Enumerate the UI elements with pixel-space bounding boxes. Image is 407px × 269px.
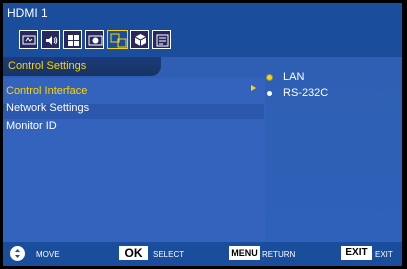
picture-icon	[22, 35, 36, 45]
tab-schedule[interactable]	[152, 30, 171, 49]
schedule-icon	[156, 34, 169, 47]
title-bar: HDMI 1	[3, 3, 402, 23]
tab-cube[interactable]	[130, 30, 149, 49]
tab-sound[interactable]	[41, 30, 60, 49]
dpad-icon	[10, 246, 25, 261]
menu-item-network-settings[interactable]: Network Settings	[6, 101, 89, 115]
menu-item-control-interface[interactable]: Control Interface	[6, 84, 87, 98]
menu-tab-strip	[3, 23, 402, 57]
submenu-header: Control Settings	[3, 57, 161, 76]
radio-unselected-icon	[267, 91, 272, 96]
option-rs232c[interactable]: RS-232C	[283, 86, 328, 100]
tab-picture[interactable]	[19, 30, 38, 49]
submenu-title: Control Settings	[8, 60, 87, 72]
status-bar: MOVE OK SELECT MENU RETURN EXIT EXIT	[3, 242, 402, 266]
tab-control[interactable]	[107, 30, 128, 49]
submenu-arrow-icon	[251, 85, 256, 91]
menu-key: MENU	[229, 246, 260, 260]
sound-icon	[46, 36, 58, 45]
tab-layout[interactable]	[63, 30, 82, 49]
cube-icon	[134, 34, 147, 46]
move-label: MOVE	[36, 250, 60, 259]
settings-icon	[88, 35, 103, 46]
exit-label: EXIT	[375, 250, 393, 259]
option-lan[interactable]: LAN	[283, 70, 304, 84]
tab-settings[interactable]	[85, 30, 104, 49]
input-source-title: HDMI 1	[7, 6, 48, 20]
ok-key: OK	[119, 246, 148, 260]
menu-item-monitor-id[interactable]: Monitor ID	[6, 119, 57, 133]
layout-icon	[68, 35, 79, 46]
control-icon	[110, 33, 127, 48]
select-label: SELECT	[153, 250, 185, 259]
exit-key: EXIT	[341, 246, 372, 260]
return-label: RETURN	[262, 250, 296, 259]
radio-selected-icon	[267, 75, 272, 80]
